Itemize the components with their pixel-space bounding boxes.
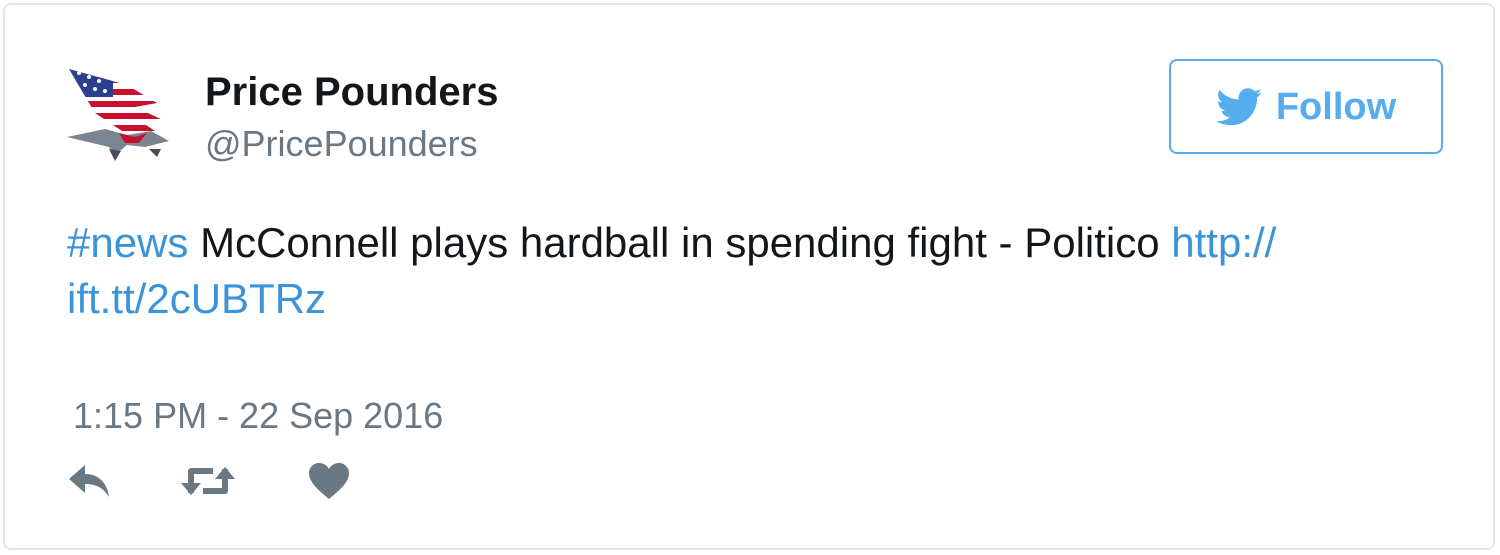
tweet-link-part1: http:// — [1171, 219, 1277, 266]
reply-button[interactable] — [67, 461, 113, 501]
follow-button[interactable]: Follow — [1169, 59, 1443, 154]
tweet-card: Price Pounders @PricePounders Follow #ne… — [3, 3, 1495, 550]
tweet-text: #news McConnell plays hardball in spendi… — [67, 215, 1467, 327]
timestamp[interactable]: 1:15 PM - 22 Sep 2016 — [73, 395, 443, 437]
flag-eagle-logo-icon — [67, 69, 169, 161]
account-name[interactable]: Price Pounders — [205, 69, 498, 115]
hashtag-link[interactable]: #news — [67, 219, 188, 266]
twitter-bird-icon — [1216, 87, 1262, 125]
tweet-link-part2: ift.tt/2cUBTRz — [67, 275, 327, 322]
avatar[interactable] — [65, 63, 175, 167]
follow-label: Follow — [1275, 85, 1397, 128]
like-button[interactable] — [307, 461, 351, 501]
retweet-icon — [181, 467, 235, 495]
heart-icon — [309, 463, 349, 499]
reply-icon — [69, 465, 109, 497]
tweet-body: McConnell plays hardball in spending fig… — [188, 219, 1172, 266]
retweet-button[interactable] — [181, 461, 235, 501]
account-handle[interactable]: @PricePounders — [205, 123, 478, 165]
